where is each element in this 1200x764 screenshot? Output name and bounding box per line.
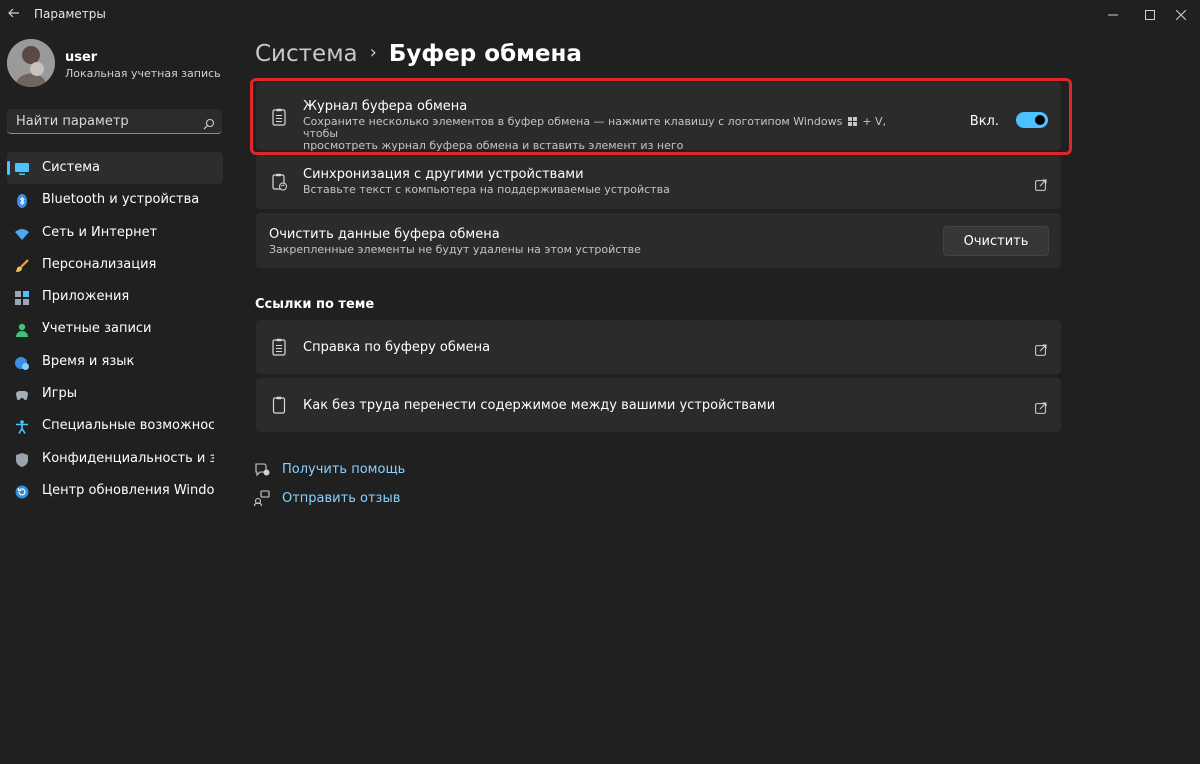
active-indicator: [7, 161, 10, 175]
sidebar-item-label: Приложения: [42, 289, 130, 305]
clear-button[interactable]: Очистить: [943, 226, 1049, 256]
sidebar-item-windows-update[interactable]: Центр обновления Windows: [7, 475, 223, 507]
sidebar-item-time-language[interactable]: Время и язык: [7, 346, 223, 378]
person-icon: [15, 322, 29, 338]
brush-icon: [15, 258, 29, 272]
sidebar-item-label: Учетные записи: [42, 321, 152, 337]
gamepad-icon: [15, 387, 29, 401]
card-title: Справка по буферу обмена: [303, 340, 491, 355]
sidebar-item-label: Сеть и Интернет: [42, 224, 158, 240]
sidebar-item-accessibility[interactable]: Специальные возможности: [7, 410, 223, 442]
window-title: Параметры: [34, 7, 106, 21]
link-label: Отправить отзыв: [282, 491, 401, 506]
sidebar-item-label: Система: [42, 160, 101, 175]
sidebar-item-personalization[interactable]: Персонализация: [7, 249, 223, 281]
close-icon: [1176, 10, 1186, 20]
title-bar: Параметры: [0, 0, 1200, 30]
back-arrow-icon[interactable]: [6, 5, 22, 21]
user-name: user: [65, 50, 98, 65]
related-links-heading: Ссылки по теме: [255, 297, 375, 312]
update-icon: [15, 484, 29, 499]
sidebar-item-system[interactable]: Система: [7, 152, 223, 184]
wifi-icon: [15, 226, 29, 240]
monitor-icon: [15, 161, 29, 175]
clipboard-icon: [272, 396, 287, 414]
clipboard-help-card[interactable]: Справка по буферу обмена: [256, 320, 1061, 374]
sidebar-item-bluetooth[interactable]: Bluetooth и устройства: [7, 184, 223, 216]
external-link-icon: [1035, 341, 1047, 356]
sidebar-item-gaming[interactable]: Игры: [7, 378, 223, 410]
feedback-icon: [253, 490, 270, 507]
breadcrumb-separator: ›: [369, 42, 377, 63]
settings-search[interactable]: Найти параметр: [7, 109, 222, 134]
avatar: [7, 39, 55, 87]
bluetooth-icon: [15, 193, 29, 209]
globe-clock-icon: [15, 355, 29, 370]
user-profile[interactable]: user Локальная учетная запись: [7, 39, 227, 89]
shield-icon: [15, 452, 29, 467]
highlight-frame: [250, 78, 1072, 155]
clipboard-list-icon: [272, 338, 287, 356]
search-input[interactable]: Найти параметр: [16, 114, 129, 129]
breadcrumb-parent[interactable]: Система: [255, 41, 358, 67]
accessibility-icon: [15, 419, 29, 435]
search-icon: [203, 115, 215, 130]
close-button[interactable]: [1158, 0, 1200, 30]
external-link-icon: [1035, 399, 1047, 414]
external-link-icon: [1035, 176, 1047, 191]
card-description: Закрепленные элементы не будут удалены н…: [269, 243, 641, 256]
card-title: Очистить данные буфера обмена: [269, 227, 500, 242]
account-type: Локальная учетная запись: [65, 67, 221, 80]
page-title: Буфер обмена: [388, 41, 582, 67]
minimize-icon: [1108, 14, 1118, 16]
sidebar-item-label: Специальные возможности: [42, 418, 214, 434]
link-label: Получить помощь: [282, 462, 406, 477]
sidebar-item-label: Конфиденциальность и защита: [42, 450, 214, 466]
help-chat-icon: [254, 461, 270, 477]
sidebar-item-label: Время и язык: [42, 353, 135, 369]
sync-devices-card[interactable]: Синхронизация с другими устройствами Вст…: [256, 155, 1061, 209]
sidebar-item-accounts[interactable]: Учетные записи: [7, 313, 223, 345]
sidebar-item-apps[interactable]: Приложения: [7, 281, 223, 313]
card-description: Вставьте текст с компьютера на поддержив…: [303, 183, 670, 196]
clear-clipboard-card: Очистить данные буфера обмена Закрепленн…: [256, 213, 1061, 268]
apps-icon: [15, 290, 29, 306]
sidebar-nav: Система Bluetooth и устройства Сеть и Ин…: [7, 152, 223, 507]
transfer-content-card[interactable]: Как без труда перенести содержимое между…: [256, 378, 1061, 432]
sidebar-item-label: Bluetooth и устройства: [42, 192, 200, 208]
maximize-icon: [1145, 10, 1155, 20]
sidebar-item-label: Центр обновления Windows: [42, 482, 214, 498]
card-title: Как без труда перенести содержимое между…: [303, 398, 776, 413]
card-title: Синхронизация с другими устройствами: [303, 167, 584, 182]
sidebar-item-privacy[interactable]: Конфиденциальность и защита: [7, 443, 223, 475]
breadcrumb: Система › Буфер обмена: [255, 41, 582, 67]
sidebar-item-label: Игры: [42, 386, 78, 402]
sidebar-item-label: Персонализация: [42, 256, 157, 272]
sidebar-item-network[interactable]: Сеть и Интернет: [7, 217, 223, 249]
clipboard-sync-icon: [272, 173, 287, 191]
